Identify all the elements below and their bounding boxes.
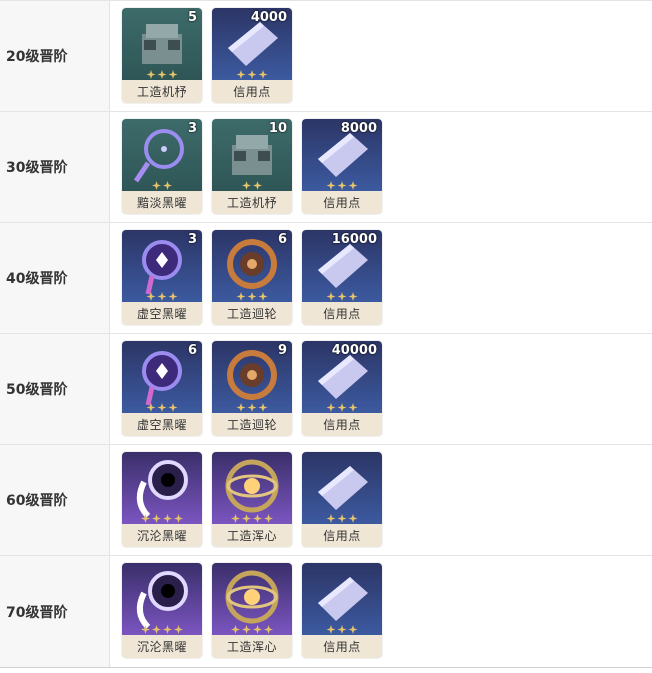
quantity: 6 — [187, 343, 197, 358]
quantity: 40000 — [331, 343, 377, 358]
table-row: 30级晋阶 3 黯淡黑曜 10 工造机杼 8000 信用点 — [0, 112, 652, 223]
materials-list: 沉沦黑曜 工造浑心 信用点 — [110, 556, 382, 667]
quantity: 3 — [187, 232, 197, 247]
material-item[interactable]: 信用点 — [302, 452, 382, 547]
gear-machine-icon: 10 — [212, 119, 292, 191]
level-label: 50级晋阶 — [0, 334, 110, 444]
material-item[interactable]: 40000 信用点 — [302, 341, 382, 436]
quantity: 16000 — [331, 232, 377, 247]
material-name: 信用点 — [302, 524, 382, 547]
table-row: 20级晋阶 5 工造机杼 4000 信用点 — [0, 1, 652, 112]
materials-list: 3 黯淡黑曜 10 工造机杼 8000 信用点 — [110, 112, 382, 222]
material-item[interactable]: 16000 信用点 — [302, 230, 382, 325]
table-row: 50级晋阶 6 虚空黑曜 9 工造迴轮 40000 信用点 — [0, 334, 652, 445]
cog-wheel-icon: 9 — [212, 341, 292, 413]
material-name: 工造浑心 — [212, 524, 292, 547]
material-item[interactable]: 10 工造机杼 — [212, 119, 292, 214]
material-name: 工造机杼 — [122, 80, 202, 103]
level-label: 40级晋阶 — [0, 223, 110, 333]
materials-list: 5 工造机杼 4000 信用点 — [110, 1, 292, 111]
credit-card-icon: 40000 — [302, 341, 382, 413]
rarity-stars — [326, 403, 358, 412]
credit-card-icon — [302, 563, 382, 635]
material-item[interactable]: 信用点 — [302, 563, 382, 658]
level-label: 20级晋阶 — [0, 1, 110, 111]
material-item[interactable]: 6 工造迴轮 — [212, 230, 292, 325]
rarity-stars — [152, 181, 172, 190]
material-item[interactable]: 沉沦黑曜 — [122, 452, 202, 547]
material-item[interactable]: 3 虚空黑曜 — [122, 230, 202, 325]
rarity-stars — [236, 292, 268, 301]
level-label: 30级晋阶 — [0, 112, 110, 222]
quantity: 4000 — [250, 10, 287, 25]
material-name: 信用点 — [302, 413, 382, 436]
material-item[interactable]: 工造浑心 — [212, 563, 292, 658]
material-name: 信用点 — [302, 302, 382, 325]
material-name: 信用点 — [212, 80, 292, 103]
material-name: 沉沦黑曜 — [122, 524, 202, 547]
materials-list: 沉沦黑曜 工造浑心 信用点 — [110, 445, 382, 555]
dreamcatcher-icon: 3 — [122, 119, 202, 191]
rarity-stars — [146, 403, 178, 412]
level-label: 70级晋阶 — [0, 556, 110, 667]
credit-card-icon — [302, 452, 382, 524]
dreamcatcher-icon — [122, 563, 202, 635]
rarity-stars — [146, 70, 178, 79]
material-name: 虚空黑曜 — [122, 302, 202, 325]
material-item[interactable]: 5 工造机杼 — [122, 8, 202, 103]
quantity: 8000 — [340, 121, 377, 136]
material-name: 黯淡黑曜 — [122, 191, 202, 214]
rarity-stars — [141, 625, 183, 634]
rarity-stars — [236, 70, 268, 79]
materials-list: 3 虚空黑曜 6 工造迴轮 16000 信用点 — [110, 223, 382, 333]
material-item[interactable]: 9 工造迴轮 — [212, 341, 292, 436]
material-item[interactable]: 3 黯淡黑曜 — [122, 119, 202, 214]
material-name: 工造浑心 — [212, 635, 292, 658]
rarity-stars — [326, 292, 358, 301]
armillary-icon — [212, 452, 292, 524]
credit-card-icon: 8000 — [302, 119, 382, 191]
cog-wheel-icon: 6 — [212, 230, 292, 302]
material-name: 沉沦黑曜 — [122, 635, 202, 658]
armillary-icon — [212, 563, 292, 635]
material-name: 虚空黑曜 — [122, 413, 202, 436]
rarity-stars — [236, 403, 268, 412]
rarity-stars — [146, 292, 178, 301]
material-name: 工造迴轮 — [212, 413, 292, 436]
rarity-stars — [326, 625, 358, 634]
material-item[interactable]: 6 虚空黑曜 — [122, 341, 202, 436]
rarity-stars — [326, 514, 358, 523]
quantity: 9 — [277, 343, 287, 358]
material-item[interactable]: 4000 信用点 — [212, 8, 292, 103]
quantity: 5 — [187, 10, 197, 25]
material-name: 工造迴轮 — [212, 302, 292, 325]
rarity-stars — [231, 514, 273, 523]
materials-list: 6 虚空黑曜 9 工造迴轮 40000 信用点 — [110, 334, 382, 444]
dreamcatcher-icon: 6 — [122, 341, 202, 413]
credit-card-icon: 4000 — [212, 8, 292, 80]
quantity: 6 — [277, 232, 287, 247]
table-row: 60级晋阶 沉沦黑曜 工造浑心 信用点 — [0, 445, 652, 556]
rarity-stars — [231, 625, 273, 634]
material-name: 信用点 — [302, 191, 382, 214]
dreamcatcher-icon — [122, 452, 202, 524]
rarity-stars — [141, 514, 183, 523]
dreamcatcher-icon: 3 — [122, 230, 202, 302]
table-row: 70级晋阶 沉沦黑曜 工造浑心 信用点 — [0, 556, 652, 667]
material-item[interactable]: 沉沦黑曜 — [122, 563, 202, 658]
gear-machine-icon: 5 — [122, 8, 202, 80]
quantity: 3 — [187, 121, 197, 136]
credit-card-icon: 16000 — [302, 230, 382, 302]
level-label: 60级晋阶 — [0, 445, 110, 555]
rarity-stars — [326, 181, 358, 190]
material-name: 工造机杼 — [212, 191, 292, 214]
rarity-stars — [242, 181, 262, 190]
material-item[interactable]: 8000 信用点 — [302, 119, 382, 214]
material-name: 信用点 — [302, 635, 382, 658]
ascension-materials-table: 20级晋阶 5 工造机杼 4000 信用点 30级晋阶 3 黯淡黑曜 10 工造… — [0, 0, 652, 668]
material-item[interactable]: 工造浑心 — [212, 452, 292, 547]
table-row: 40级晋阶 3 虚空黑曜 6 工造迴轮 16000 信用点 — [0, 223, 652, 334]
quantity: 10 — [268, 121, 287, 136]
